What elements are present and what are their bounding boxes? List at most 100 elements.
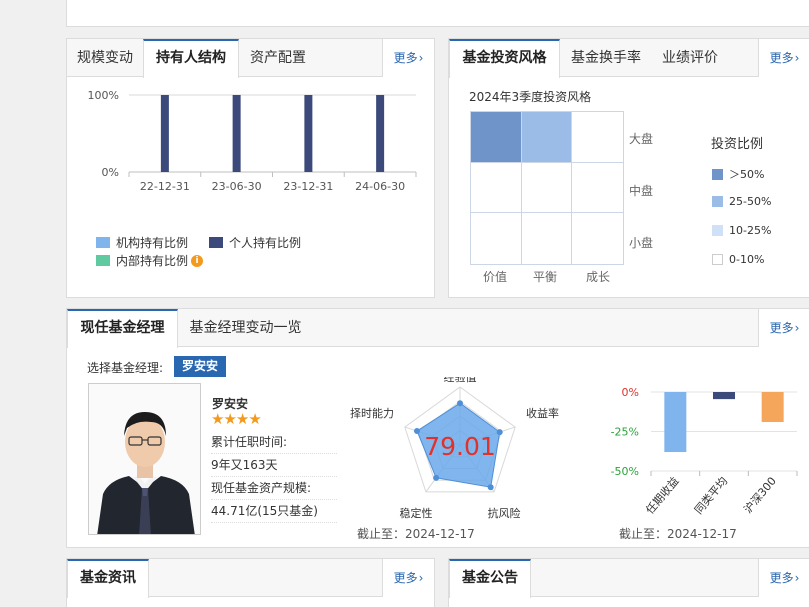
tab-fund-notice[interactable]: 基金公告	[449, 559, 531, 598]
style-cell	[471, 162, 522, 214]
tab-current-manager[interactable]: 现任基金经理	[67, 309, 178, 348]
legend-label: 内部持有比例	[116, 254, 189, 268]
legend-label: 0-10%	[729, 253, 765, 266]
holder-bar-chart: 100% 0% 22-12-31 23-06-30 23-12-31 24-06-30	[88, 89, 417, 193]
legend-insider: 内部持有比例 i	[96, 252, 204, 269]
style-cell	[572, 213, 623, 264]
more-link-notice[interactable]: 更多›	[758, 559, 809, 597]
y-tick-label: 0%	[622, 386, 639, 399]
radar-point[interactable]	[457, 400, 463, 407]
fund-manager-panel: 现任基金经理 基金经理变动一览 更多› 选择基金经理: 罗安安 罗安安 ★★★★…	[66, 308, 809, 548]
y-tick-label: 100%	[88, 89, 119, 102]
performance-bar-chart: 0% -25% -50% 任期收益 同类平均 沪深300	[611, 386, 798, 517]
chevron-right-icon: ›	[794, 571, 800, 585]
more-link-news[interactable]: 更多›	[382, 559, 434, 597]
tab-manager-changes[interactable]: 基金经理变动一览	[178, 309, 313, 347]
legend-label: 25-50%	[729, 195, 772, 208]
style-tabs: 基金投资风格 基金换手率 业绩评价 更多›	[449, 39, 809, 78]
radar-axis-label: 稳定性	[400, 506, 433, 520]
style-col-label: 平衡	[533, 270, 558, 284]
legend-label: 机构持有比例	[116, 236, 189, 250]
top-panel	[66, 0, 809, 27]
chevron-right-icon: ›	[794, 51, 800, 65]
investment-style-panel: 基金投资风格 基金换手率 业绩评价 更多› 2024年3季度投资风格 大盘 中盘…	[448, 38, 809, 298]
chevron-right-icon: ›	[794, 321, 800, 335]
tenure-label: 累计任职时间:	[211, 431, 337, 454]
legend-swatch	[96, 255, 110, 266]
radar-axis-label: 收益率	[526, 406, 559, 420]
manager-rating-stars: ★★★★	[211, 410, 262, 428]
style-cell	[572, 162, 623, 214]
holder-structure-panel: 规模变动 持有人结构 资产配置 更多› 100% 0% 22-12-31 23-06-…	[66, 38, 435, 298]
style-cell	[572, 112, 623, 163]
bar-individual[interactable]	[304, 95, 313, 172]
more-link-manager[interactable]: 更多›	[758, 309, 809, 347]
style-legend-item: ＞50%	[712, 166, 764, 182]
notice-tabs: 基金公告 更多›	[449, 559, 809, 598]
bar-individual[interactable]	[376, 95, 385, 172]
radar-point[interactable]	[433, 474, 440, 481]
tenure-value: 9年又163天	[211, 454, 337, 477]
style-subtitle: 2024年3季度投资风格	[469, 90, 592, 104]
style-cell	[521, 213, 573, 264]
fund-notice-panel: 基金公告 更多›	[448, 558, 809, 607]
more-link-holder[interactable]: 更多›	[382, 39, 434, 77]
legend-swatch	[96, 237, 110, 248]
perf-bar[interactable]	[713, 392, 735, 400]
y-tick-label: -25%	[611, 426, 639, 439]
style-row-label: 小盘	[629, 236, 654, 250]
perf-bar[interactable]	[664, 392, 687, 453]
radar-axis-label: 择时能力	[350, 406, 394, 420]
holder-tabs: 规模变动 持有人结构 资产配置 更多›	[67, 39, 434, 78]
style-legend-title: 投资比例	[711, 137, 764, 152]
style-col-label: 成长	[586, 270, 611, 284]
radar-score: 79.01	[424, 432, 496, 461]
manager-portrait-icon	[89, 384, 200, 534]
tab-performance-rating[interactable]: 业绩评价	[652, 39, 728, 77]
legend-label: 10-25%	[729, 224, 772, 237]
radar-date-label: 截止至：2024-12-17	[357, 527, 475, 541]
tab-holder-structure[interactable]: 持有人结构	[143, 39, 239, 78]
info-icon[interactable]: i	[191, 254, 204, 267]
radar-axis-label: 经验值	[444, 377, 477, 384]
radar-axis-label: 抗风险	[488, 506, 521, 520]
style-row-label: 大盘	[629, 132, 654, 146]
x-tick-label: 同类平均	[691, 474, 730, 517]
perf-bar[interactable]	[761, 392, 784, 423]
bar-individual[interactable]	[160, 95, 169, 172]
legend-label: ＞50%	[729, 168, 765, 181]
chevron-right-icon: ›	[418, 51, 424, 65]
radar-point[interactable]	[496, 429, 503, 436]
tab-fund-news[interactable]: 基金资讯	[67, 559, 149, 598]
manager-selector-button[interactable]: 罗安安	[174, 356, 226, 377]
radar-point[interactable]	[413, 428, 420, 435]
style-cell	[521, 162, 573, 214]
y-tick-label: 0%	[102, 166, 119, 179]
legend-swatch	[712, 196, 723, 207]
x-tick-label: 22-12-31	[140, 180, 190, 193]
tab-asset-allocation[interactable]: 资产配置	[239, 39, 317, 77]
legend-swatch	[712, 168, 723, 180]
style-box-grid	[470, 111, 624, 265]
legend-swatch	[712, 254, 723, 265]
manager-tabs: 现任基金经理 基金经理变动一览 更多›	[67, 309, 809, 348]
style-legend-item: 10-25%	[712, 224, 771, 237]
bar-individual[interactable]	[232, 95, 241, 172]
legend-individual: 个人持有比例	[209, 234, 301, 251]
x-tick-label: 23-06-30	[212, 180, 262, 193]
style-row-label: 中盘	[629, 184, 654, 198]
tab-investment-style[interactable]: 基金投资风格	[449, 39, 560, 78]
legend-label: 个人持有比例	[229, 236, 302, 250]
aum-value: 44.71亿(15只基金)	[211, 500, 337, 523]
tab-turnover[interactable]: 基金换手率	[560, 39, 652, 77]
radar-point[interactable]	[487, 484, 494, 491]
style-cell	[471, 213, 522, 264]
x-tick-label: 任期收益	[643, 474, 682, 517]
style-col-label: 价值	[483, 270, 508, 284]
chevron-right-icon: ›	[418, 571, 424, 585]
manager-photo	[88, 383, 201, 535]
tab-scale-change[interactable]: 规模变动	[67, 39, 143, 77]
more-link-style[interactable]: 更多›	[758, 39, 809, 77]
perf-date-label: 截止至：2024-12-17	[619, 527, 737, 541]
style-cell	[521, 112, 573, 163]
